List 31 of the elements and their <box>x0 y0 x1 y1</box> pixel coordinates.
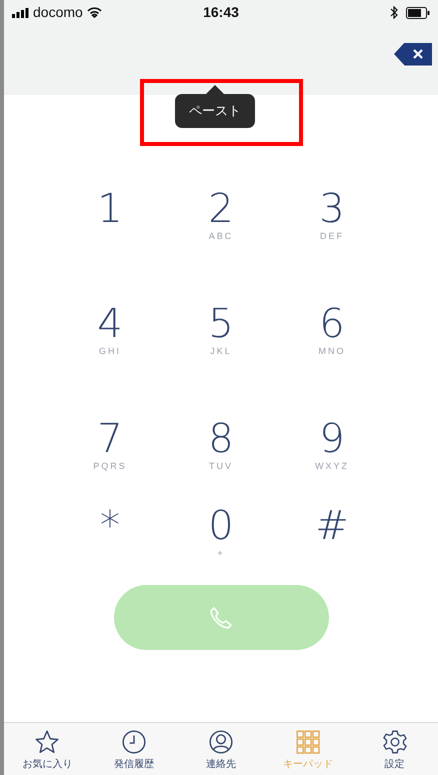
clock-icon <box>121 729 148 755</box>
carrier-name: docomo <box>33 3 83 22</box>
dial-key[interactable]: * <box>70 505 150 569</box>
dial-key[interactable]: # <box>292 505 372 569</box>
close-icon <box>413 49 423 59</box>
tab-item[interactable]: お気に入り <box>4 723 91 775</box>
dial-key[interactable]: 0 + <box>181 505 261 569</box>
dial-key[interactable]: 9 WXYZ <box>292 418 372 482</box>
phone-icon <box>208 604 234 630</box>
dial-key[interactable]: 3 DEF <box>292 188 372 252</box>
battery-icon <box>406 6 430 18</box>
delete-button[interactable] <box>394 42 432 66</box>
star-icon <box>34 729 60 755</box>
keypad-icon <box>294 729 321 755</box>
paste-tooltip: ペースト <box>175 94 255 128</box>
dial-key[interactable]: 8 TUV <box>181 418 261 482</box>
dial-key[interactable]: 2 ABC <box>181 188 261 252</box>
settings-icon <box>382 729 408 755</box>
dial-key[interactable]: 4 GHI <box>70 303 150 367</box>
wifi-icon <box>86 7 102 18</box>
tab-item[interactable]: 設定 <box>351 723 438 775</box>
tab-item[interactable]: 連絡先 <box>178 723 264 775</box>
tab-item[interactable]: 発信履歴 <box>90 723 178 775</box>
dial-key[interactable]: 7 PQRS <box>70 418 150 482</box>
dial-key[interactable]: 1 <box>70 188 150 252</box>
signal-icon <box>12 8 29 18</box>
dial-key[interactable]: 6 MNO <box>292 303 372 367</box>
dial-key[interactable]: 5 JKL <box>181 303 261 367</box>
bluetooth-icon <box>390 6 398 19</box>
clock-time: 16:43 <box>202 3 240 22</box>
person-icon <box>208 729 234 755</box>
